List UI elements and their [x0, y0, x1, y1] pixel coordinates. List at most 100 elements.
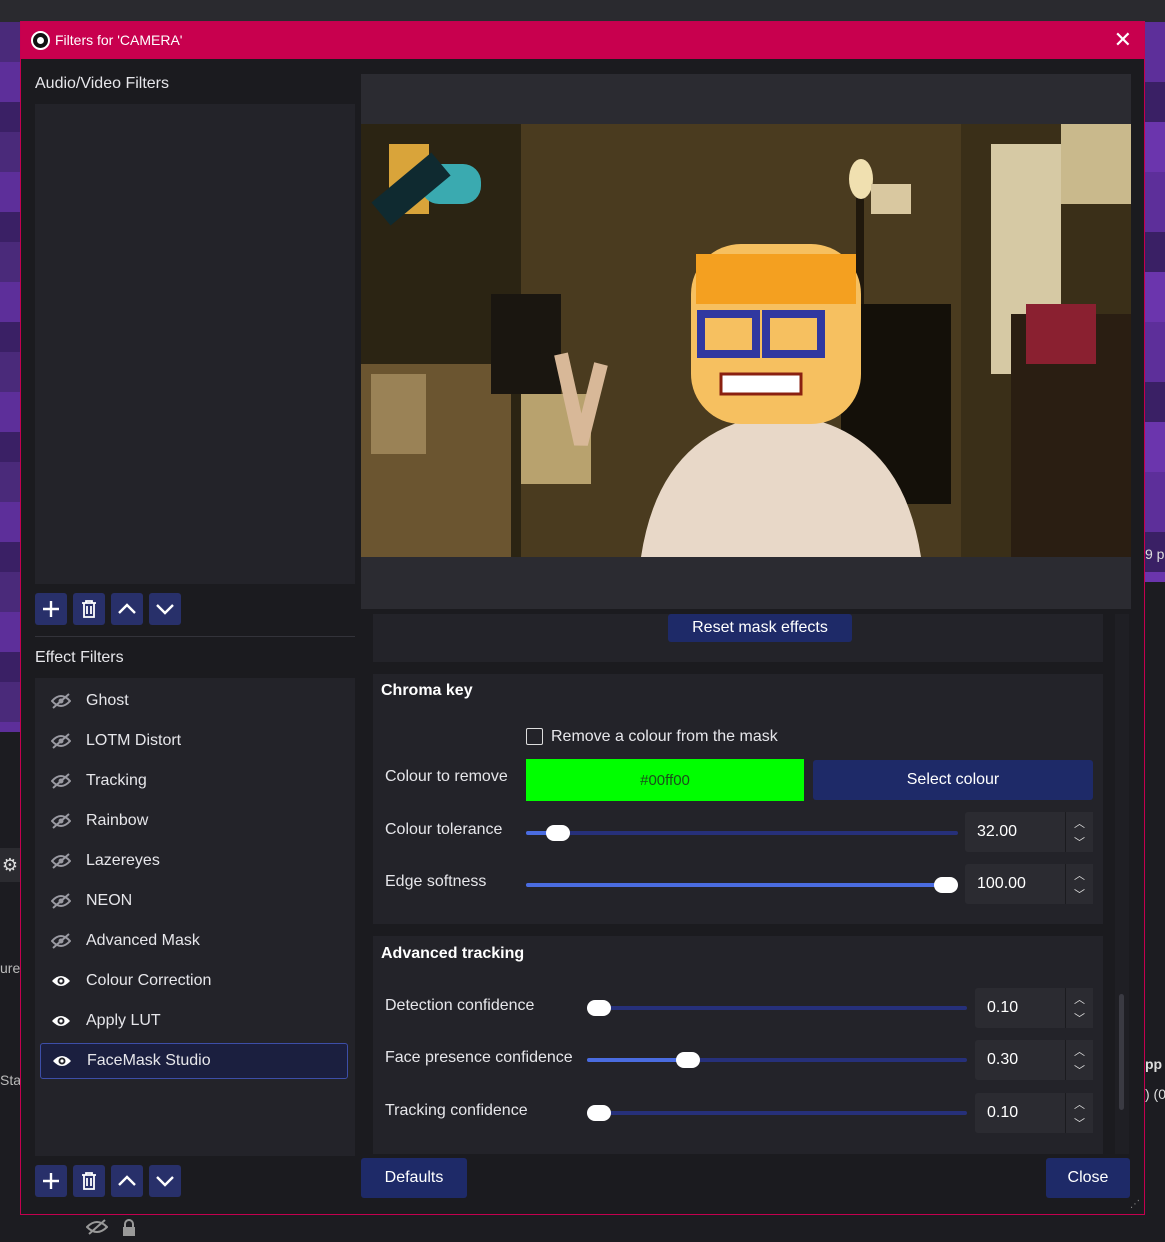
move-effect-up-button[interactable]	[111, 1165, 143, 1197]
move-up-button[interactable]	[111, 593, 143, 625]
spinbox-value[interactable]: 100.00	[977, 875, 1026, 893]
eye-hidden-icon[interactable]	[50, 893, 72, 909]
background-text: pp	[1145, 1056, 1163, 1072]
effect-filter-item[interactable]: Apply LUT	[40, 1003, 348, 1039]
effect-filter-label: Lazereyes	[86, 852, 160, 869]
spinbox-value[interactable]: 0.10	[987, 999, 1018, 1017]
colour-tolerance-label: Colour tolerance	[385, 821, 503, 838]
chevron-up-icon	[118, 1175, 136, 1186]
spinbox-value[interactable]: 32.00	[977, 823, 1017, 841]
eye-hidden-icon[interactable]	[50, 853, 72, 869]
audio-video-toolbar	[35, 593, 181, 625]
detection-confidence-spinbox[interactable]: 0.10 ︿ ﹀	[975, 988, 1093, 1028]
select-colour-button[interactable]: Select colour	[813, 760, 1093, 800]
tracking-confidence-spinbox[interactable]: 0.10 ︿ ﹀	[975, 1093, 1093, 1133]
close-button[interactable]: Close	[1046, 1158, 1130, 1198]
edge-softness-spinbox[interactable]: 100.00 ︿ ﹀	[965, 864, 1093, 904]
eye-hidden-icon[interactable]	[50, 733, 72, 749]
slider-thumb[interactable]	[934, 877, 958, 893]
defaults-button[interactable]: Defaults	[361, 1158, 467, 1198]
face-presence-confidence-slider[interactable]	[587, 1052, 967, 1068]
move-down-button[interactable]	[149, 593, 181, 625]
effect-filter-item[interactable]: FaceMask Studio	[40, 1043, 348, 1079]
effect-filter-item[interactable]: Advanced Mask	[40, 923, 348, 959]
eye-hidden-icon[interactable]	[50, 693, 72, 709]
effect-filter-item[interactable]: Tracking	[40, 763, 348, 799]
effect-filter-item[interactable]: Colour Correction	[40, 963, 348, 999]
slider-thumb[interactable]	[676, 1052, 700, 1068]
edge-softness-slider[interactable]	[526, 877, 958, 893]
tracking-confidence-slider[interactable]	[587, 1105, 967, 1121]
remove-colour-checkbox[interactable]	[526, 728, 543, 745]
spin-down-icon[interactable]: ﹀	[1074, 886, 1085, 902]
add-effect-button[interactable]	[35, 1165, 67, 1197]
reset-mask-effects-button[interactable]: Reset mask effects	[668, 614, 852, 642]
chroma-key-group: Chroma key Remove a colour from the mask…	[373, 674, 1103, 924]
colour-tolerance-slider[interactable]	[526, 825, 958, 841]
eye-hidden-icon[interactable]	[85, 1219, 109, 1240]
eye-icon[interactable]	[50, 1014, 72, 1028]
colour-swatch[interactable]: #00ff00	[526, 759, 804, 801]
eye-icon[interactable]	[50, 974, 72, 988]
effect-filters-title: Effect Filters	[35, 649, 124, 666]
remove-colour-label[interactable]: Remove a colour from the mask	[551, 728, 778, 746]
spin-up-icon[interactable]: ︿	[1074, 991, 1085, 1007]
effect-filter-item[interactable]: NEON	[40, 883, 348, 919]
eye-hidden-icon[interactable]	[50, 933, 72, 949]
lock-icon[interactable]	[121, 1219, 137, 1242]
scrollbar-thumb[interactable]	[1119, 994, 1124, 1110]
plus-icon	[43, 1173, 59, 1189]
chroma-key-title: Chroma key	[381, 682, 473, 699]
background-text: ) (0	[1145, 1086, 1165, 1102]
effect-filter-label: Colour Correction	[86, 972, 212, 989]
effect-filter-item[interactable]: Ghost	[40, 683, 348, 719]
trash-icon	[82, 1172, 96, 1190]
remove-filter-button[interactable]	[73, 593, 105, 625]
gear-icon[interactable]: ⚙	[0, 848, 20, 882]
spinbox-value[interactable]: 0.10	[987, 1104, 1018, 1122]
eye-hidden-icon[interactable]	[50, 773, 72, 789]
spin-up-icon[interactable]: ︿	[1074, 815, 1085, 831]
effect-filter-item[interactable]: Lazereyes	[40, 843, 348, 879]
background-left-panel: ⚙ ure Sta	[0, 22, 22, 1242]
eye-hidden-icon[interactable]	[50, 813, 72, 829]
slider-thumb[interactable]	[546, 825, 570, 841]
effect-filter-item[interactable]: LOTM Distort	[40, 723, 348, 759]
face-presence-confidence-label: Face presence confidence	[385, 1049, 573, 1066]
chevron-down-icon	[156, 1176, 174, 1187]
properties-scrollbar[interactable]	[1115, 614, 1129, 1154]
slider-thumb[interactable]	[587, 1000, 611, 1016]
add-filter-button[interactable]	[35, 593, 67, 625]
background-text: Sta	[0, 1072, 22, 1088]
effect-filter-item[interactable]: Rainbow	[40, 803, 348, 839]
section-divider	[35, 636, 355, 637]
background-text: ure	[0, 960, 21, 976]
audio-video-filters-title: Audio/Video Filters	[35, 75, 169, 92]
spin-up-icon[interactable]: ︿	[1074, 867, 1085, 883]
remove-effect-button[interactable]	[73, 1165, 105, 1197]
effect-filter-label: Advanced Mask	[86, 932, 200, 949]
spin-down-icon[interactable]: ﹀	[1074, 1115, 1085, 1131]
dialog-titlebar[interactable]: Filters for 'CAMERA' ✕	[21, 22, 1144, 59]
slider-thumb[interactable]	[587, 1105, 611, 1121]
audio-video-filter-list[interactable]	[35, 104, 355, 584]
eye-icon[interactable]	[51, 1054, 73, 1068]
spin-up-icon[interactable]: ︿	[1074, 1043, 1085, 1059]
effect-filter-label: Tracking	[86, 772, 147, 789]
face-presence-confidence-spinbox[interactable]: 0.30 ︿ ﹀	[975, 1040, 1093, 1080]
spin-down-icon[interactable]: ﹀	[1074, 834, 1085, 850]
edge-softness-label: Edge softness	[385, 873, 487, 890]
effect-filter-list[interactable]: Ghost LOTM Distort Tracking Rainbow Lazereye…	[35, 678, 355, 1156]
move-effect-down-button[interactable]	[149, 1165, 181, 1197]
detection-confidence-slider[interactable]	[587, 1000, 967, 1016]
resize-grip-icon[interactable]: ⋰	[1130, 1199, 1140, 1210]
chevron-down-icon	[156, 604, 174, 615]
colour-tolerance-spinbox[interactable]: 32.00 ︿ ﹀	[965, 812, 1093, 852]
spin-down-icon[interactable]: ﹀	[1074, 1062, 1085, 1078]
spin-down-icon[interactable]: ﹀	[1074, 1010, 1085, 1026]
colour-to-remove-label: Colour to remove	[385, 768, 508, 785]
close-icon[interactable]: ✕	[1114, 28, 1132, 52]
chevron-up-icon	[118, 603, 136, 614]
spinbox-value[interactable]: 0.30	[987, 1051, 1018, 1069]
spin-up-icon[interactable]: ︿	[1074, 1096, 1085, 1112]
